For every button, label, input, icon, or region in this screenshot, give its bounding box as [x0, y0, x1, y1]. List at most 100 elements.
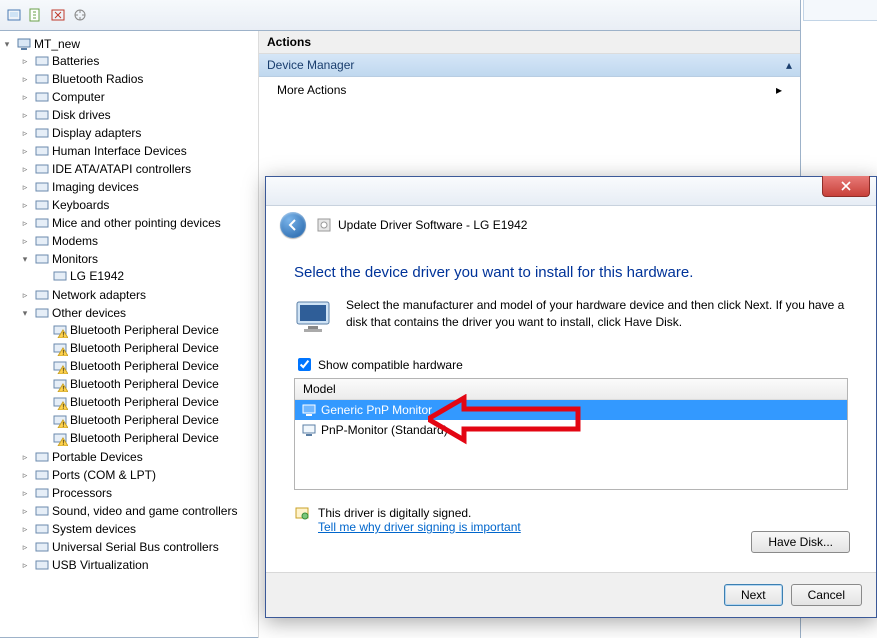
actions-group[interactable]: Device Manager ▴ — [259, 54, 800, 77]
tree-item[interactable]: ▹Bluetooth Radios — [20, 71, 258, 87]
expand-icon[interactable]: ▹ — [20, 470, 30, 480]
tree-item[interactable]: !Bluetooth Peripheral Device — [38, 340, 258, 356]
tree-item[interactable]: ▹Network adapters — [20, 287, 258, 303]
expand-icon[interactable]: ▹ — [20, 290, 30, 300]
expand-icon[interactable]: ▹ — [20, 218, 30, 228]
side-stripe — [803, 0, 877, 21]
tree-item[interactable]: !Bluetooth Peripheral Device — [38, 358, 258, 374]
expand-icon[interactable]: ▹ — [20, 74, 30, 84]
tree-item[interactable]: ▹Sound, video and game controllers — [20, 503, 258, 519]
device-icon — [34, 467, 50, 483]
collapse-caret-icon: ▴ — [786, 58, 792, 72]
dialog-instruction: Select the manufacturer and model of you… — [346, 297, 848, 337]
tree-item-label: Bluetooth Peripheral Device — [70, 323, 219, 337]
expand-icon[interactable]: ▹ — [20, 236, 30, 246]
expand-icon[interactable]: ▹ — [20, 488, 30, 498]
tree-item[interactable]: ▹Display adapters — [20, 125, 258, 141]
monitor-icon — [301, 402, 317, 418]
expand-icon[interactable]: ▹ — [20, 506, 30, 516]
expand-icon[interactable]: ▹ — [20, 182, 30, 192]
device-icon — [34, 557, 50, 573]
tree-item[interactable]: ▹Ports (COM & LPT) — [20, 467, 258, 483]
expand-icon[interactable]: ▹ — [20, 560, 30, 570]
tree-item[interactable]: !Bluetooth Peripheral Device — [38, 376, 258, 392]
tree-item-label: Portable Devices — [52, 450, 143, 464]
expand-icon[interactable]: ▹ — [20, 110, 30, 120]
tree-item[interactable]: !Bluetooth Peripheral Device — [38, 412, 258, 428]
tree-item[interactable]: ▹ System devices — [20, 521, 258, 537]
expand-icon[interactable]: ▹ — [20, 56, 30, 66]
tree-item-label: Bluetooth Peripheral Device — [70, 413, 219, 427]
dialog-titlebar[interactable] — [266, 177, 876, 206]
device-icon — [34, 71, 50, 87]
model-list[interactable]: Model Generic PnP MonitorPnP-Monitor (St… — [294, 378, 848, 490]
expand-icon[interactable]: ▾ — [20, 308, 30, 318]
driver-disc-icon — [316, 217, 332, 233]
tree-item-label: System devices — [52, 522, 136, 536]
tree-item[interactable]: LG E1942 — [38, 268, 258, 284]
tree-item[interactable]: !Bluetooth Peripheral Device — [38, 394, 258, 410]
toolbar-icon[interactable] — [6, 7, 22, 23]
expand-icon[interactable]: ▹ — [20, 524, 30, 534]
have-disk-button[interactable]: Have Disk... — [751, 531, 850, 553]
back-button[interactable] — [280, 212, 306, 238]
why-signing-link[interactable]: Tell me why driver signing is important — [318, 520, 521, 534]
tree-item[interactable]: ▹ Computer — [20, 89, 258, 105]
cert-icon — [294, 506, 310, 522]
tree-item-label: IDE ATA/ATAPI controllers — [52, 162, 191, 176]
model-item[interactable]: Generic PnP Monitor — [295, 400, 847, 420]
device-icon — [34, 179, 50, 195]
tree-item[interactable]: ▹Processors — [20, 485, 258, 501]
expand-icon[interactable]: ▹ — [20, 200, 30, 210]
tree-item[interactable]: !Bluetooth Peripheral Device — [38, 430, 258, 446]
expand-icon[interactable]: ▹ — [20, 92, 30, 102]
toolbar-icon[interactable] — [50, 7, 66, 23]
tree-item-label: USB Virtualization — [52, 558, 149, 572]
tree-item-label: Computer — [52, 90, 105, 104]
update-driver-dialog: Update Driver Software - LG E1942 Select… — [265, 176, 877, 618]
toolbar-icon[interactable] — [28, 7, 44, 23]
device-icon — [34, 233, 50, 249]
tree-item[interactable]: ▹ Modems — [20, 233, 258, 249]
show-compatible-checkbox[interactable]: Show compatible hardware — [294, 355, 848, 374]
tree-item[interactable]: ▹ Portable Devices — [20, 449, 258, 465]
tree-item[interactable]: ▹ IDE ATA/ATAPI controllers — [20, 161, 258, 177]
tree-item[interactable]: ▹Keyboards — [20, 197, 258, 213]
expand-icon[interactable]: ▹ — [20, 164, 30, 174]
tree-item[interactable]: ▹ Imaging devices — [20, 179, 258, 195]
expand-icon[interactable]: ▾ — [20, 254, 30, 264]
tree-item-label: Modems — [52, 234, 98, 248]
tree-item[interactable]: ▹Mice and other pointing devices — [20, 215, 258, 231]
device-icon — [34, 287, 50, 303]
tree-item[interactable]: ▾Other devices — [20, 305, 258, 321]
expand-icon[interactable]: ▹ — [20, 542, 30, 552]
tree-item-label: Imaging devices — [52, 180, 139, 194]
tree-item-label: Monitors — [52, 252, 98, 266]
svg-text:!: ! — [62, 368, 64, 374]
device-icon: ! — [52, 394, 68, 410]
expand-icon[interactable]: ▹ — [20, 452, 30, 462]
dialog-heading: Select the device driver you want to ins… — [294, 264, 848, 281]
device-icon — [34, 125, 50, 141]
cancel-button[interactable]: Cancel — [791, 584, 862, 606]
device-icon — [34, 503, 50, 519]
model-item[interactable]: PnP-Monitor (Standard) — [295, 420, 847, 440]
actions-more[interactable]: More Actions ▸ — [259, 77, 800, 103]
next-button[interactable]: Next — [724, 584, 783, 606]
tree-item[interactable]: ▹Human Interface Devices — [20, 143, 258, 159]
tree-item[interactable]: ▹Universal Serial Bus controllers — [20, 539, 258, 555]
close-button[interactable] — [822, 176, 870, 197]
tree-item[interactable]: !Bluetooth Peripheral Device — [38, 322, 258, 338]
tree-item[interactable]: ▹Disk drives — [20, 107, 258, 123]
expand-icon[interactable]: ▹ — [20, 146, 30, 156]
expand-icon[interactable]: ▹ — [20, 128, 30, 138]
tree-item[interactable]: ▹Batteries — [20, 53, 258, 69]
tree-item[interactable]: ▹ USB Virtualization — [20, 557, 258, 573]
show-compat-input[interactable] — [298, 358, 311, 371]
tree-item[interactable]: ▾ Monitors — [20, 251, 258, 267]
collapse-icon[interactable]: ▾ — [2, 39, 12, 49]
device-tree[interactable]: ▾ MT_new ▹Batteries▹Bluetooth Radios▹Com… — [0, 31, 259, 638]
toolbar-icon[interactable] — [72, 7, 88, 23]
tree-root[interactable]: ▾ MT_new — [2, 36, 258, 52]
device-icon — [34, 143, 50, 159]
